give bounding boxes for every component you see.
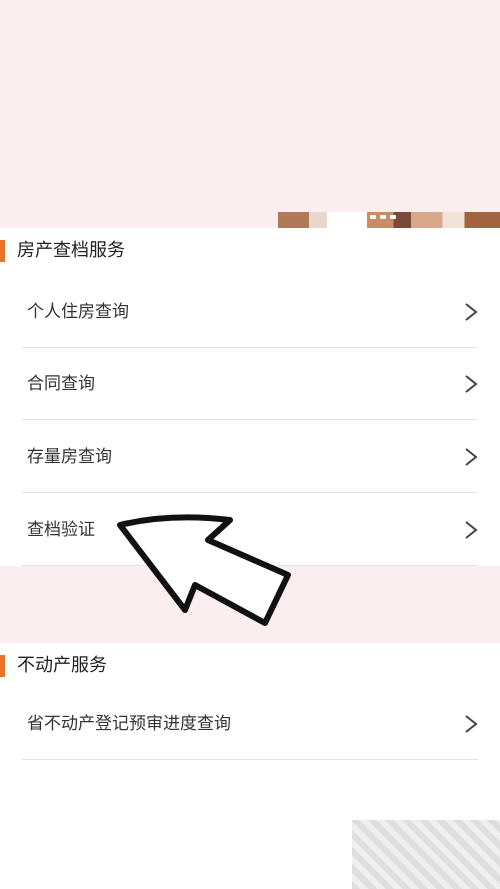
- chevron-right-icon: [465, 375, 478, 393]
- list-item-label: 存量房查询: [27, 447, 112, 467]
- list-item-personal-housing-query[interactable]: 个人住房查询: [0, 276, 500, 348]
- section-header-housing: 房产查档服务: [0, 228, 500, 274]
- list-item-contract-query[interactable]: 合同查询: [0, 348, 500, 420]
- section-header-real-estate: 不动产服务: [0, 643, 500, 689]
- section-title-housing: 房产查档服务: [17, 240, 125, 261]
- section-accent-bar: [0, 655, 5, 677]
- list-item-preapproval-progress-query[interactable]: 省不动产登记预审进度查询: [0, 688, 500, 760]
- list-item-label: 省不动产登记预审进度查询: [27, 714, 231, 734]
- divider: [22, 759, 478, 760]
- list-item-label: 合同查询: [27, 374, 95, 394]
- list-item-existing-housing-query[interactable]: 存量房查询: [0, 421, 500, 493]
- chevron-right-icon: [465, 715, 478, 733]
- section-title-real-estate: 不动产服务: [17, 655, 107, 676]
- top-banner[interactable]: [0, 0, 500, 228]
- chevron-right-icon: [465, 521, 478, 539]
- list-item-label: 个人住房查询: [27, 302, 129, 322]
- watermark-blur: [352, 820, 500, 889]
- list-item-label: 查档验证: [27, 520, 95, 540]
- divider: [22, 492, 478, 493]
- chevron-right-icon: [465, 303, 478, 321]
- pointer-arrow-icon: [117, 514, 291, 626]
- banner-pagination-dots: [340, 215, 396, 219]
- section-accent-bar: [0, 240, 5, 262]
- divider: [22, 419, 478, 420]
- chevron-right-icon: [465, 448, 478, 466]
